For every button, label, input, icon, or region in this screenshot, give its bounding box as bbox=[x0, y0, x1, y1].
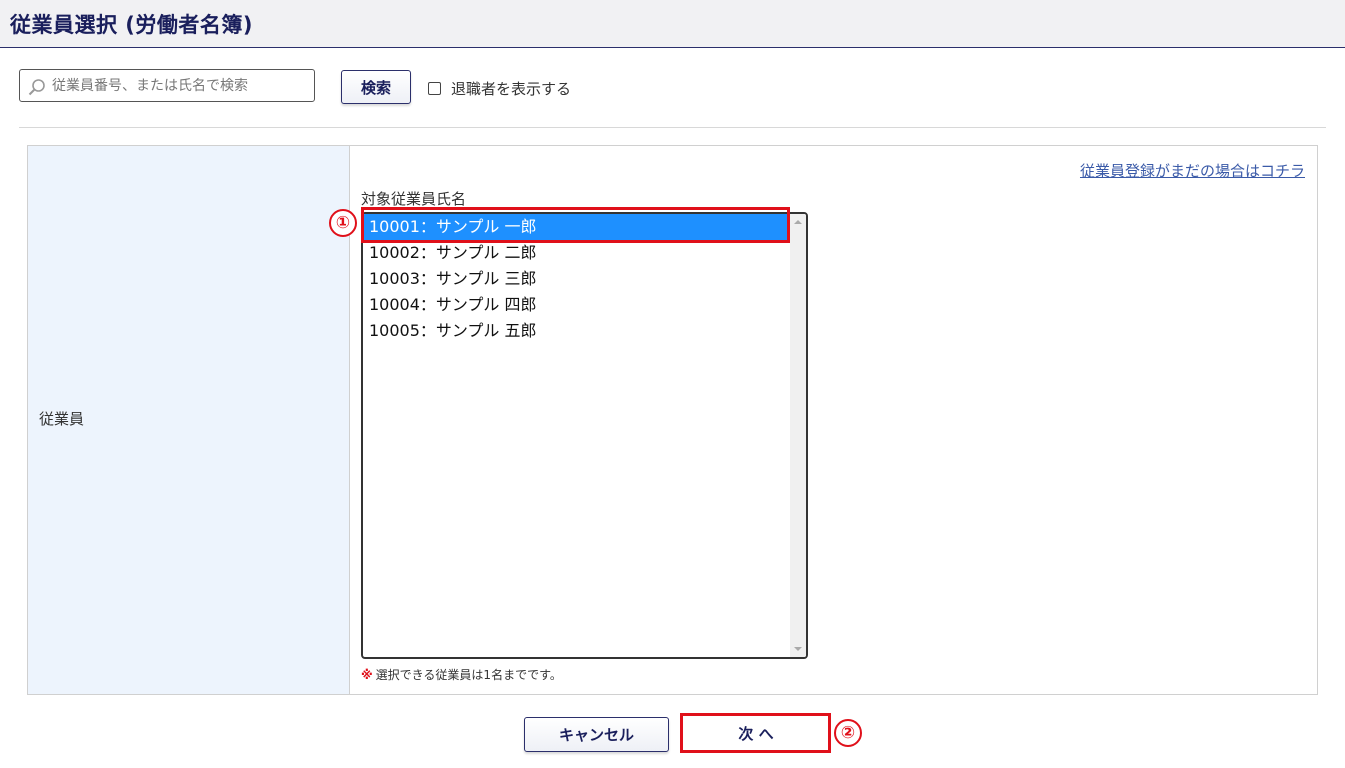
search-button[interactable]: 検索 bbox=[341, 70, 411, 104]
page-title: 従業員選択 (労働者名簿) bbox=[10, 13, 254, 37]
annotation-highlight-2 bbox=[680, 713, 831, 753]
employee-listbox[interactable]: 10001：サンプル 一郎 10002：サンプル 二郎 10003：サンプル 三… bbox=[361, 212, 808, 659]
search-icon bbox=[28, 79, 45, 96]
annotation-step-1: ① bbox=[329, 209, 357, 237]
cancel-button[interactable]: キャンセル bbox=[524, 717, 669, 752]
employee-field-label: 従業員 bbox=[39, 410, 85, 428]
annotation-step-2: ② bbox=[834, 719, 862, 747]
employee-option[interactable]: 10004：サンプル 四郎 bbox=[363, 292, 790, 318]
annotation-highlight-1 bbox=[361, 207, 790, 243]
employee-option[interactable]: 10003：サンプル 三郎 bbox=[363, 266, 790, 292]
show-retired-checkbox[interactable] bbox=[428, 81, 441, 95]
search-box[interactable] bbox=[19, 69, 315, 102]
search-input[interactable] bbox=[52, 70, 312, 101]
show-retired-label: 退職者を表示する bbox=[451, 79, 572, 98]
scroll-down-arrow-icon[interactable] bbox=[794, 647, 802, 651]
field-label-cell: 従業員 bbox=[28, 146, 350, 694]
listbox-scrollbar[interactable] bbox=[790, 214, 806, 657]
show-retired-toggle[interactable]: 退職者を表示する bbox=[428, 77, 571, 99]
employee-option[interactable]: 10002：サンプル 二郎 bbox=[363, 240, 790, 266]
list-label: 対象従業員氏名 bbox=[361, 190, 467, 208]
employee-option[interactable]: 10005：サンプル 五郎 bbox=[363, 318, 790, 344]
scroll-up-arrow-icon[interactable] bbox=[794, 220, 802, 224]
register-employee-link[interactable]: 従業員登録がまだの場合はコチラ bbox=[1080, 160, 1305, 181]
note-mark-icon: ※ bbox=[361, 668, 373, 682]
page-header: 従業員選択 (労働者名簿) bbox=[0, 0, 1345, 48]
divider bbox=[19, 127, 1326, 128]
note-text: 選択できる従業員は1名までです。 bbox=[375, 668, 562, 682]
selection-note: ※ 選択できる従業員は1名までです。 bbox=[361, 666, 562, 683]
